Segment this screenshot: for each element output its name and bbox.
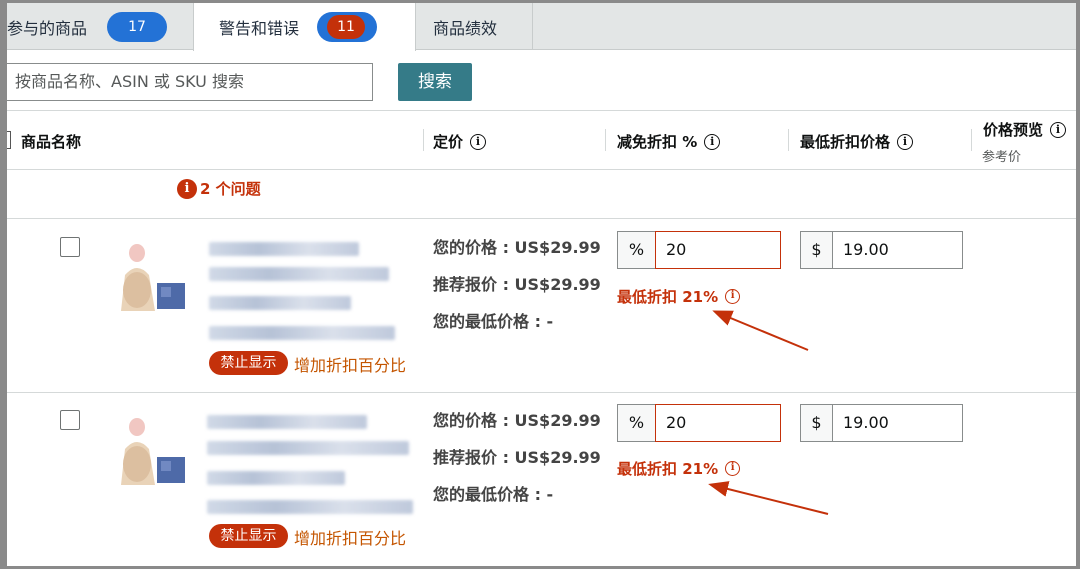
product-sku-redacted bbox=[209, 326, 395, 340]
product-thumbnail bbox=[107, 235, 189, 313]
header-label: 价格预览 bbox=[983, 121, 1044, 139]
issue-row: i 2 个问题 bbox=[7, 171, 1076, 219]
header-product-name[interactable]: 商品名称 bbox=[21, 131, 81, 152]
your-price: 您的价格 : US$29.99 bbox=[433, 238, 601, 257]
min-price-field[interactable]: $ 19.00 bbox=[800, 231, 963, 269]
product-title-redacted bbox=[209, 242, 359, 256]
info-icon[interactable]: i bbox=[704, 133, 721, 150]
header-label: 定价 bbox=[433, 133, 464, 151]
your-min-price: 您的最低价格 : - bbox=[433, 485, 554, 504]
product-title-redacted bbox=[209, 267, 389, 281]
header-price[interactable]: 定价 i bbox=[433, 131, 487, 152]
count-badge: 11 bbox=[317, 12, 378, 42]
tab-warnings-errors[interactable]: 警告和错误 11 bbox=[193, 3, 416, 51]
header-discount[interactable]: 减免折扣 % i bbox=[617, 131, 721, 152]
issue-summary[interactable]: i 2 个问题 bbox=[177, 178, 261, 199]
min-price-field[interactable]: $ 19.00 bbox=[800, 404, 963, 442]
info-icon[interactable]: i bbox=[1050, 121, 1067, 138]
search-button[interactable]: 搜索 bbox=[398, 63, 472, 101]
suppressed-tag: 禁止显示 bbox=[209, 351, 288, 375]
info-icon[interactable]: i bbox=[725, 461, 741, 476]
recommended-price: 推荐报价 : US$29.99 bbox=[433, 275, 601, 294]
table-header: 商品名称 定价 i 减免折扣 % i 最低折扣价格 i 价格预览 i 参考价 bbox=[7, 110, 1076, 170]
percent-symbol: % bbox=[617, 404, 655, 442]
column-divider bbox=[605, 129, 606, 151]
table-row: 禁止显示 增加折扣百分比 您的价格 : US$29.99 推荐报价 : US$2… bbox=[7, 394, 1076, 567]
tab-label: 参与的商品 bbox=[7, 18, 88, 38]
row-checkbox[interactable] bbox=[60, 237, 80, 257]
column-divider bbox=[423, 129, 424, 151]
product-title-redacted bbox=[207, 441, 409, 455]
tab-label: 警告和错误 bbox=[219, 19, 300, 38]
warning-text: 最低折扣 21% bbox=[617, 460, 719, 478]
your-min-price: 您的最低价格 : - bbox=[433, 312, 554, 331]
header-min-price[interactable]: 最低折扣价格 i bbox=[800, 131, 914, 152]
product-asin-redacted bbox=[207, 471, 345, 485]
tab-bar: 参与的商品 17 警告和错误 11 商品绩效 bbox=[7, 3, 1076, 51]
product-sku-redacted bbox=[207, 500, 413, 514]
info-icon[interactable]: i bbox=[897, 133, 914, 150]
header-preview[interactable]: 价格预览 i bbox=[983, 119, 1067, 140]
increase-discount-link[interactable]: 增加折扣百分比 bbox=[294, 352, 406, 376]
min-price-input[interactable]: 19.00 bbox=[832, 404, 963, 442]
warning-text: 最低折扣 21% bbox=[617, 288, 719, 306]
table-row: 禁止显示 增加折扣百分比 您的价格 : US$29.99 推荐报价 : US$2… bbox=[7, 220, 1076, 393]
percent-symbol: % bbox=[617, 231, 655, 269]
product-title-redacted bbox=[207, 415, 367, 429]
tab-participating[interactable]: 参与的商品 17 bbox=[7, 3, 192, 50]
min-discount-warning: 最低折扣 21% i bbox=[617, 458, 741, 479]
product-asin-redacted bbox=[209, 296, 351, 310]
error-icon: i bbox=[177, 178, 197, 199]
info-icon[interactable]: i bbox=[470, 133, 487, 150]
select-all-checkbox[interactable] bbox=[7, 131, 11, 149]
your-price: 您的价格 : US$29.99 bbox=[433, 411, 601, 430]
column-divider bbox=[788, 129, 789, 151]
issue-text: 2 个问题 bbox=[200, 180, 261, 198]
column-divider bbox=[971, 129, 972, 151]
dollar-symbol: $ bbox=[800, 404, 832, 442]
increase-discount-link[interactable]: 增加折扣百分比 bbox=[294, 525, 406, 549]
row-checkbox[interactable] bbox=[60, 410, 80, 430]
header-label: 最低折扣价格 bbox=[800, 133, 891, 151]
min-price-input[interactable]: 19.00 bbox=[832, 231, 963, 269]
discount-input[interactable]: 20 bbox=[655, 231, 781, 269]
min-discount-warning: 最低折扣 21% i bbox=[617, 286, 741, 307]
recommended-price: 推荐报价 : US$29.99 bbox=[433, 448, 601, 467]
discount-percent-field[interactable]: % 20 bbox=[617, 404, 781, 442]
search-input[interactable]: 按商品名称、ASIN 或 SKU 搜索 bbox=[7, 63, 373, 101]
header-preview-sub: 参考价 bbox=[982, 150, 1022, 165]
error-count: 11 bbox=[327, 15, 366, 39]
dollar-symbol: $ bbox=[800, 231, 832, 269]
tab-label: 商品绩效 bbox=[433, 18, 498, 38]
suppressed-tag: 禁止显示 bbox=[209, 524, 288, 548]
tab-performance[interactable]: 商品绩效 bbox=[417, 3, 533, 50]
product-thumbnail bbox=[107, 409, 189, 487]
info-icon[interactable]: i bbox=[725, 289, 741, 304]
header-label: 减免折扣 % bbox=[617, 133, 698, 151]
discount-input[interactable]: 20 bbox=[655, 404, 781, 442]
count-badge: 17 bbox=[107, 11, 168, 42]
discount-percent-field[interactable]: % 20 bbox=[617, 231, 781, 269]
